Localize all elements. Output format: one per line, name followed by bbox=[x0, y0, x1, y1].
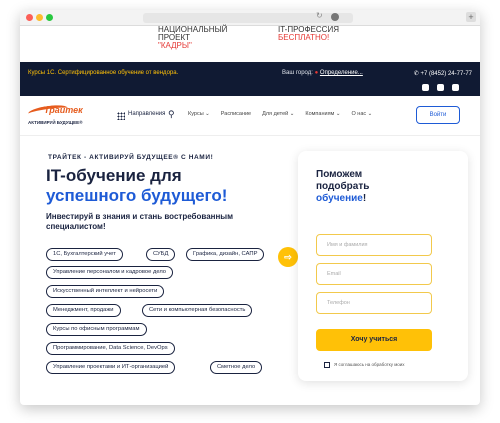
directions-menu-button[interactable]: Направления bbox=[128, 111, 165, 117]
location-pin-icon: ● bbox=[314, 70, 319, 76]
category-pill[interactable]: Сети и компьютерная безопасность bbox=[142, 304, 253, 317]
hero-tagline: ТРАЙТЕК - АКТИВИРУЙ БУДУЩЕЕ® С НАМИ! bbox=[48, 154, 214, 161]
reload-icon[interactable]: ↻ bbox=[316, 11, 323, 20]
category-pill[interactable]: 1С, Бухгалтерский учет bbox=[46, 248, 123, 261]
vk-icon[interactable] bbox=[437, 84, 444, 91]
category-pill[interactable]: Графика, дизайн, САПР bbox=[186, 248, 265, 261]
hero-section: ТРАЙТЕК - АКТИВИРУЙ БУДУЩЕЕ® С НАМИ! IT-… bbox=[20, 136, 480, 396]
search-icon[interactable]: ⚲ bbox=[168, 109, 175, 120]
browser-chrome: ↻ + bbox=[20, 10, 480, 26]
promo-banner[interactable]: НАЦИОНАЛЬНЫЙ ПРОЕКТ "КАДРЫ" IT-ПРОФЕССИЯ… bbox=[20, 26, 480, 62]
top-info-bar: Курсы 1С. Сертифицированное обучение от … bbox=[20, 62, 480, 96]
close-window-button[interactable] bbox=[26, 14, 33, 21]
main-navigation: Трайтек АКТИВИРУЙ БУДУЩЕЕ® Направления ⚲… bbox=[20, 96, 480, 136]
new-tab-button[interactable]: + bbox=[466, 12, 476, 22]
city-selector[interactable]: Ваш город: ● Определение... bbox=[282, 70, 363, 76]
email-input[interactable]: Email bbox=[316, 263, 432, 285]
maximize-window-button[interactable] bbox=[46, 14, 53, 21]
promo-free-profession[interactable]: IT-ПРОФЕССИЯ БЕСПЛАТНО! bbox=[278, 26, 368, 42]
site-logo[interactable]: Трайтек АКТИВИРУЙ БУДУЩЕЕ® bbox=[27, 103, 83, 125]
form-title-line: Поможем bbox=[316, 169, 363, 180]
nav-item-companies[interactable]: Компаниям ⌄ bbox=[305, 111, 340, 117]
promo-highlight: "КАДРЫ" bbox=[158, 41, 192, 50]
category-pill[interactable]: Управление проектами и ИТ-организацией bbox=[46, 361, 176, 374]
consent-checkbox-row[interactable]: Я соглашаюсь на обработку моих bbox=[324, 362, 405, 368]
nav-item-courses[interactable]: Курсы ⌄ bbox=[188, 111, 210, 117]
extension-icon[interactable] bbox=[331, 13, 339, 21]
nav-item-schedule[interactable]: Расписание bbox=[221, 111, 251, 117]
logo-brand-name: Трайтек bbox=[44, 105, 83, 115]
youtube-icon[interactable] bbox=[452, 84, 459, 91]
grid-menu-icon[interactable] bbox=[117, 112, 125, 120]
consent-checkbox[interactable] bbox=[324, 362, 330, 368]
login-button[interactable]: Войти bbox=[416, 106, 460, 124]
category-pill[interactable]: Курсы по офисным программам bbox=[46, 323, 147, 336]
city-value-link[interactable]: Определение... bbox=[320, 70, 363, 76]
phone-link[interactable]: ✆ +7 (8452) 24-77-77 bbox=[414, 70, 472, 77]
name-input[interactable]: Имя и фамилия bbox=[316, 234, 432, 256]
browser-window: ↻ + НАЦИОНАЛЬНЫЙ ПРОЕКТ "КАДРЫ" IT-ПРОФЕ… bbox=[20, 10, 480, 405]
category-pill[interactable]: СУБД bbox=[146, 248, 176, 261]
phone-input[interactable]: Телефон bbox=[316, 292, 432, 314]
nav-menu: Курсы ⌄ Расписание Для детей ⌄ Компаниям… bbox=[188, 111, 372, 117]
promo-highlight: БЕСПЛАТНО! bbox=[278, 33, 330, 42]
category-pill[interactable]: Искусственный интеллект и нейросети bbox=[46, 285, 165, 298]
phone-number: +7 (8452) 24-77-77 bbox=[420, 71, 472, 77]
logo-tagline: АКТИВИРУЙ БУДУЩЕЕ® bbox=[28, 120, 83, 125]
nav-item-kids[interactable]: Для детей ⌄ bbox=[262, 111, 294, 117]
form-title-line: подобрать bbox=[316, 181, 370, 192]
telegram-icon[interactable] bbox=[422, 84, 429, 91]
hero-title: IT-обучение для успешного будущего! bbox=[46, 166, 227, 206]
category-pill[interactable]: Управление персоналом и кадровое дело bbox=[46, 266, 174, 279]
lead-form: Поможем подобрать обучение! Имя и фамили… bbox=[298, 151, 468, 381]
category-pill[interactable]: Сметное дело bbox=[210, 361, 263, 374]
consent-label: Я соглашаюсь на обработку моих bbox=[334, 362, 405, 368]
city-label: Ваш город: bbox=[282, 70, 313, 76]
category-pill[interactable]: Менеджмент, продажи bbox=[46, 304, 121, 317]
hero-title-line: IT-обучение для bbox=[46, 166, 182, 185]
form-title-end: ! bbox=[362, 193, 367, 204]
submit-button[interactable]: Хочу учиться bbox=[316, 329, 432, 351]
nav-item-about[interactable]: О нас ⌄ bbox=[351, 111, 372, 117]
minimize-window-button[interactable] bbox=[36, 14, 43, 21]
category-pill[interactable]: Программирование, Data Science, DevOps bbox=[46, 342, 175, 355]
form-title: Поможем подобрать обучение! bbox=[316, 169, 369, 205]
hero-subtitle: Инвестируй в знания и стань востребованн… bbox=[46, 212, 234, 231]
form-title-highlight: обучение bbox=[316, 193, 363, 204]
topbar-announcement[interactable]: Курсы 1С. Сертифицированное обучение от … bbox=[28, 70, 178, 76]
arrow-right-icon[interactable]: ⇨ bbox=[278, 247, 298, 267]
hero-title-highlight: успешного будущего! bbox=[46, 186, 228, 205]
promo-national-project[interactable]: НАЦИОНАЛЬНЫЙ ПРОЕКТ "КАДРЫ" bbox=[158, 26, 258, 50]
